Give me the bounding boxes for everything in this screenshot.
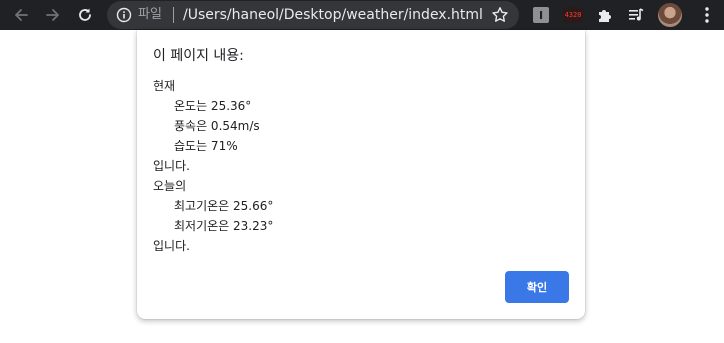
bookmark-star-icon[interactable] xyxy=(491,6,509,24)
dialog-message: 현재 온도는 25.36° 풍속은 0.54m/s 습도는 71% 입니다. 오… xyxy=(153,76,273,256)
url-scheme-label: 파일 xyxy=(138,7,162,22)
address-bar[interactable]: 파일 /Users/haneol/Desktop/weather/index.h… xyxy=(107,1,519,29)
message-line: 입니다. xyxy=(153,159,190,173)
forward-arrow-icon xyxy=(46,9,59,21)
reload-button[interactable] xyxy=(73,3,97,27)
media-controls-button[interactable] xyxy=(626,5,646,25)
back-button[interactable] xyxy=(9,3,33,27)
extensions-button[interactable] xyxy=(595,5,615,25)
browser-toolbar: 파일 /Users/haneol/Desktop/weather/index.h… xyxy=(0,0,724,30)
extension-grey-label: I xyxy=(538,8,544,22)
message-line: 습도는 71% xyxy=(174,139,238,153)
extension-grey-button[interactable]: I xyxy=(533,7,549,23)
url-separator xyxy=(173,7,174,23)
dialog-title: 이 페이지 내용: xyxy=(153,48,244,64)
extension-counter-label: 4320 xyxy=(564,11,582,19)
message-line: 현재 xyxy=(153,79,176,93)
message-line: 오늘의 xyxy=(153,179,187,193)
message-line: 최고기온은 25.66° xyxy=(174,199,274,213)
message-line: 최저기온은 23.23° xyxy=(174,219,274,233)
info-icon[interactable] xyxy=(116,7,132,23)
message-line: 입니다. xyxy=(153,239,190,253)
message-line: 풍속은 0.54m/s xyxy=(174,119,260,133)
kebab-menu-icon[interactable] xyxy=(699,6,715,24)
ok-button[interactable]: 확인 xyxy=(505,271,569,303)
forward-button[interactable] xyxy=(41,3,65,27)
extensions-puzzle-icon xyxy=(599,10,611,22)
reload-icon xyxy=(79,8,91,21)
message-line: 온도는 25.36° xyxy=(174,99,252,113)
media-queue-icon xyxy=(629,8,644,21)
profile-avatar[interactable] xyxy=(658,3,682,27)
extension-counter-button[interactable]: 4320 xyxy=(563,7,583,23)
alert-dialog: 이 페이지 내용: 현재 온도는 25.36° 풍속은 0.54m/s 습도는 … xyxy=(137,30,585,319)
back-arrow-icon xyxy=(15,9,28,21)
url-text[interactable]: /Users/haneol/Desktop/weather/index.html xyxy=(183,6,483,24)
